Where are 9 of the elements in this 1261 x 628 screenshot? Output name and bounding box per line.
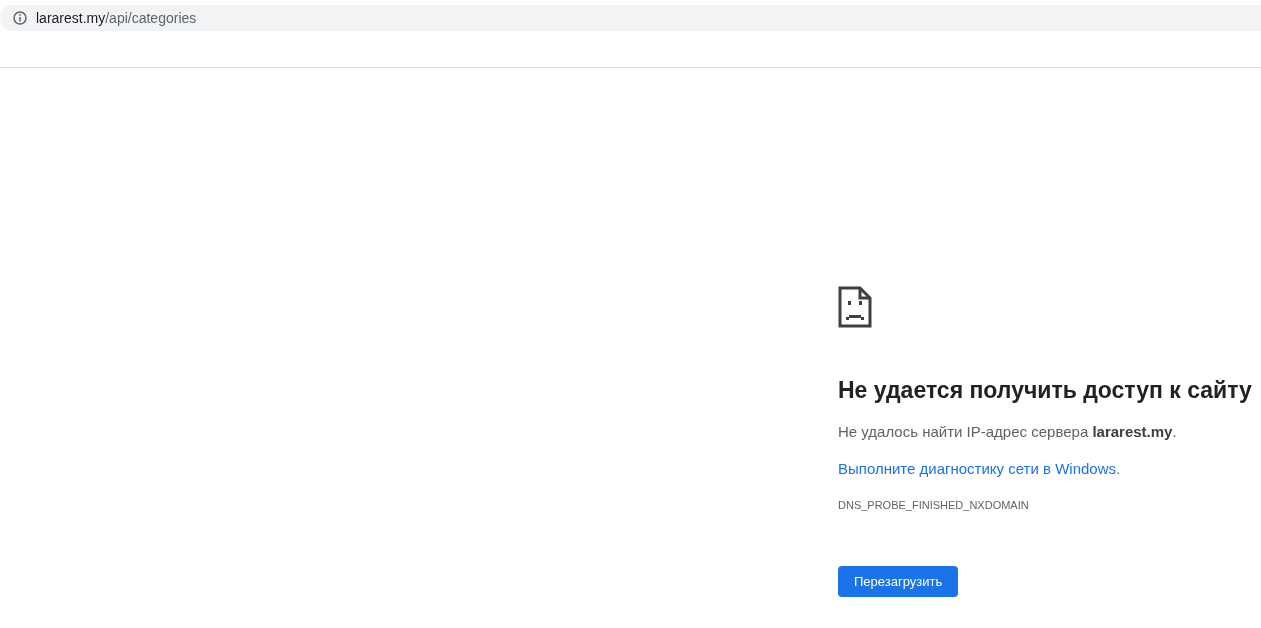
sad-page-icon — [838, 286, 872, 328]
address-bar[interactable]: lararest.my/api/categories — [0, 5, 1261, 31]
error-heading: Не удается получить доступ к сайту — [838, 377, 1252, 404]
url-text: lararest.my/api/categories — [36, 10, 197, 26]
error-message: Не удалось найти IP-адрес сервера lararest.my. — [838, 423, 1177, 440]
reload-button[interactable]: Перезагрузить — [838, 566, 959, 597]
info-icon[interactable] — [13, 11, 27, 25]
diagnostics-link[interactable]: Выполните диагностику сети в Windows. — [838, 460, 1121, 477]
error-code: DNS_PROBE_FINISHED_NXDOMAIN — [838, 499, 1029, 511]
